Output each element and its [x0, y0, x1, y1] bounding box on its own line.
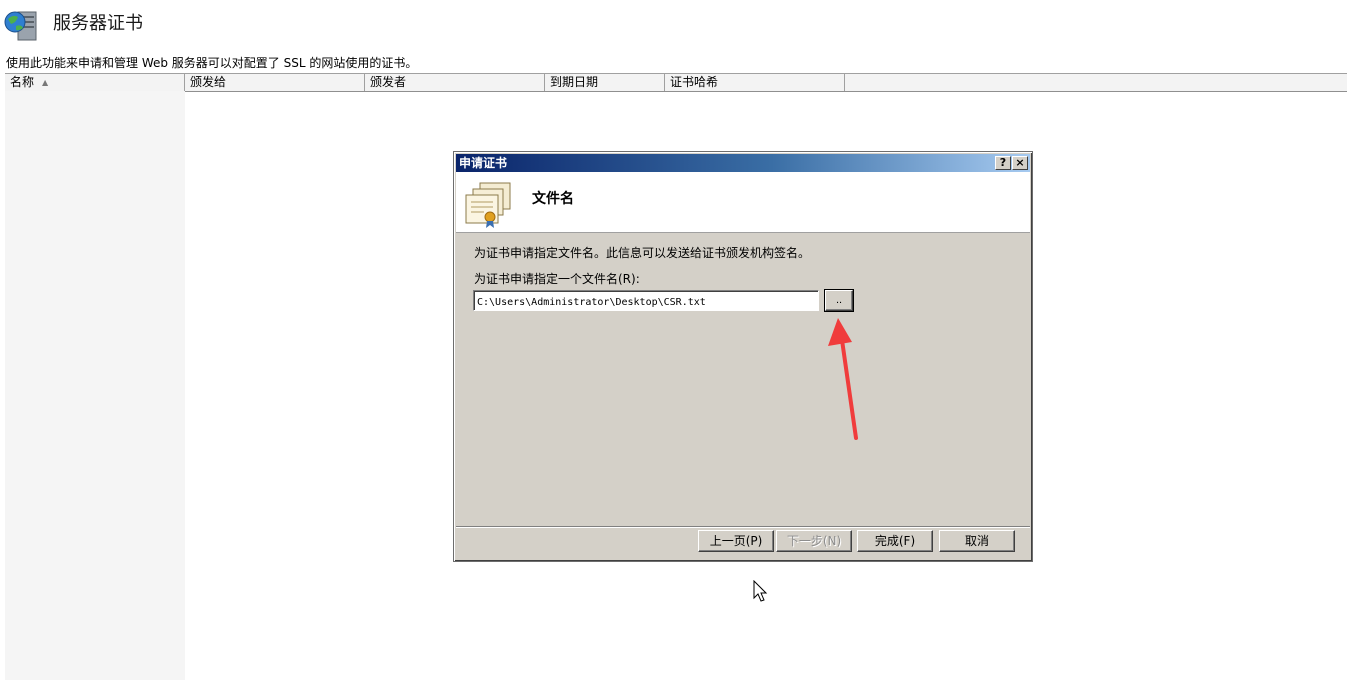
- filename-label: 为证书申请指定一个文件名(R):: [474, 272, 640, 286]
- cancel-button[interactable]: 取消: [939, 530, 1015, 552]
- dialog-title: 申请证书: [459, 156, 508, 170]
- mouse-cursor-icon: [753, 580, 768, 602]
- help-button[interactable]: ?: [995, 156, 1011, 170]
- dialog-banner: 文件名: [456, 172, 1030, 233]
- page-description: 使用此功能来申请和管理 Web 服务器可以对配置了 SSL 的网站使用的证书。: [6, 56, 418, 70]
- column-header-name[interactable]: 名称 ▲: [5, 74, 185, 91]
- server-globe-icon: [4, 11, 37, 41]
- next-button[interactable]: 下一步(N): [776, 530, 852, 552]
- column-header-issuer[interactable]: 颁发者: [365, 74, 545, 91]
- filename-input[interactable]: [473, 290, 819, 311]
- certificate-list-area[interactable]: [5, 91, 185, 680]
- column-header-bar: 名称 ▲ 颁发给 颁发者 到期日期 证书哈希: [5, 73, 1347, 92]
- step-description: 为证书申请指定文件名。此信息可以发送给证书颁发机构签名。: [474, 246, 811, 260]
- sort-ascending-icon: ▲: [42, 78, 49, 87]
- previous-button[interactable]: 上一页(P): [698, 530, 774, 552]
- column-header-hash[interactable]: 证书哈希: [665, 74, 845, 91]
- certificate-icon: [465, 182, 511, 228]
- close-button[interactable]: ×: [1012, 156, 1028, 170]
- dialog-titlebar[interactable]: 申请证书 ? ×: [456, 154, 1030, 172]
- column-header-expiry[interactable]: 到期日期: [545, 74, 665, 91]
- page-title: 服务器证书: [53, 13, 143, 34]
- column-header-issued-to[interactable]: 颁发给: [185, 74, 365, 91]
- request-certificate-dialog: 申请证书 ? × 文件名 为证书申请指定文件名。此信息可以发送给证书颁发机构签名…: [453, 151, 1033, 562]
- annotation-arrow-icon: [828, 318, 858, 440]
- dialog-separator: [456, 526, 1030, 528]
- browse-button[interactable]: ..: [825, 290, 853, 311]
- finish-button[interactable]: 完成(F): [857, 530, 933, 552]
- step-heading: 文件名: [532, 191, 574, 207]
- column-header-name-label: 名称: [10, 75, 35, 89]
